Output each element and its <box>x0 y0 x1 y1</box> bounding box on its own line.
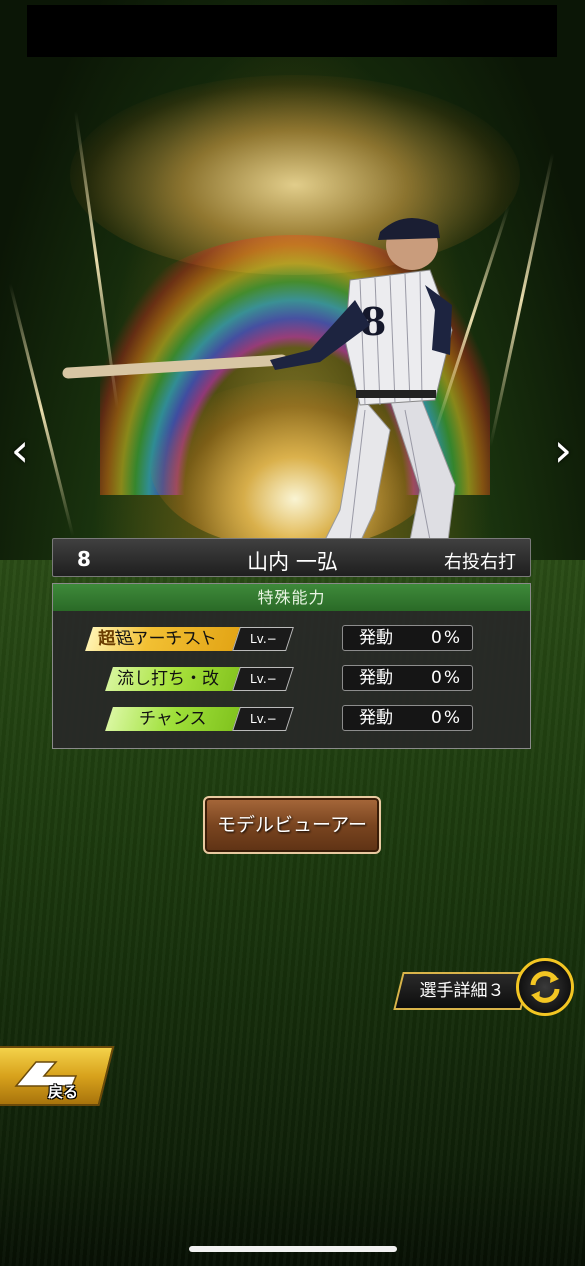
ability-activation: 発動 0% <box>342 665 473 691</box>
player-detail-button[interactable]: 選手詳細３ <box>393 972 531 1010</box>
ability-name: 流し打ち・改 <box>117 669 219 689</box>
player-model: 8 <box>62 217 456 576</box>
model-viewer-button[interactable]: モデルビューアー <box>203 796 381 854</box>
activation-label: 発動 <box>359 628 393 648</box>
prev-player-arrow-icon[interactable]: ‹ <box>0 420 40 480</box>
status-bar-mask <box>27 5 557 57</box>
ability-row[interactable]: チャンス Lv.− 発動 0% <box>53 705 530 735</box>
ability-level: Lv.− <box>232 707 294 731</box>
home-indicator[interactable] <box>189 1246 397 1252</box>
activation-label: 発動 <box>359 708 393 728</box>
ability-name: チャンス <box>139 709 207 729</box>
player-detail-label: 選手詳細３ <box>419 981 505 1001</box>
back-label: 戻る <box>48 1083 79 1101</box>
swap-icon[interactable] <box>516 958 574 1016</box>
ability-level: Lv.− <box>232 627 294 651</box>
ability-tag: 流し打ち・改 <box>105 667 241 691</box>
ability-tag: 超超アーチスト <box>85 627 241 651</box>
ability-level: Lv.− <box>232 667 294 691</box>
special-abilities-header: 特殊能力 <box>53 584 530 611</box>
player-name-bar: 8 山内 一弘 右投右打 <box>52 538 531 577</box>
activation-value: 0% <box>431 628 462 648</box>
ability-activation: 発動 0% <box>342 705 473 731</box>
ability-row[interactable]: 流し打ち・改 Lv.− 発動 0% <box>53 665 530 695</box>
activation-value: 0% <box>431 708 462 728</box>
special-abilities-panel: 特殊能力 超超アーチスト Lv.− 発動 0% 流し打ち・改 Lv.− 発動 0… <box>52 583 531 749</box>
ability-name: 超アーチスト <box>112 629 221 649</box>
player-handedness: 右投右打 <box>444 552 516 573</box>
activation-label: 発動 <box>359 668 393 688</box>
activation-value: 0% <box>431 668 462 688</box>
ability-row[interactable]: 超超アーチスト Lv.− 発動 0% <box>53 625 530 655</box>
ability-activation: 発動 0% <box>342 625 473 651</box>
next-player-arrow-icon[interactable]: › <box>543 420 583 480</box>
ability-tag: チャンス <box>105 707 241 731</box>
